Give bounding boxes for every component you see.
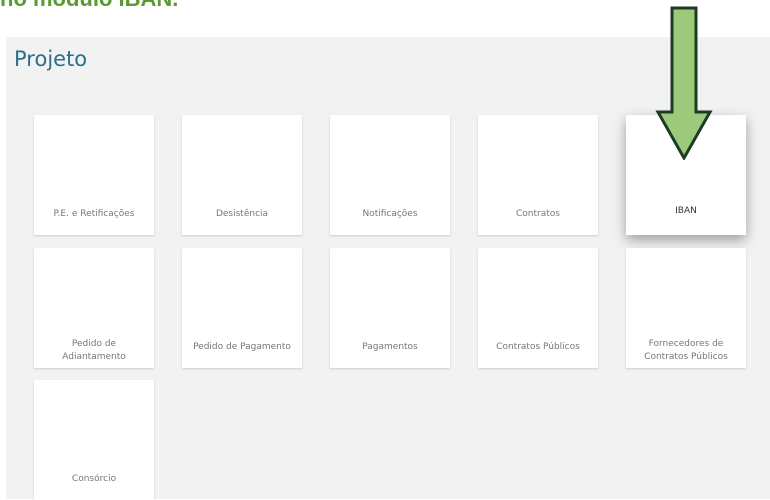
tile-label: Consórcio — [71, 474, 117, 484]
tile-label: Pedido de Adiantamento — [62, 339, 126, 362]
tile-fornecedores-contratos-publicos[interactable]: Fornecedores de Contratos Públicos — [626, 248, 746, 368]
down-arrow-icon — [655, 6, 713, 160]
tile-label: Contratos — [516, 209, 560, 219]
tile-label: Pedido de Pagamento — [193, 342, 291, 352]
tile-pedido-pagamento[interactable]: Pedido de Pagamento — [182, 248, 302, 368]
tile-pagamentos[interactable]: Pagamentos — [330, 248, 450, 368]
tile-label: Desistência — [215, 209, 269, 219]
tile-pedido-adiantamento[interactable]: Pedido de Adiantamento — [34, 248, 154, 368]
tile-consorcio[interactable]: Consórcio — [34, 380, 154, 500]
tile-label: P.E. e Retificações — [53, 209, 135, 219]
tile-desistencia[interactable]: Desistência — [182, 115, 302, 235]
instruction-caption: no módulo IBAN. — [0, 0, 178, 11]
tile-contratos-publicos[interactable]: Contratos Públicos — [478, 248, 598, 368]
tile-label: Fornecedores de Contratos Públicos — [644, 339, 728, 362]
tile-label: Pagamentos — [362, 342, 418, 352]
tile-contratos[interactable]: Contratos — [478, 115, 598, 235]
tile-label: Contratos Públicos — [496, 342, 580, 352]
tile-notificacoes[interactable]: Notificações — [330, 115, 450, 235]
tile-pe-retificacoes[interactable]: P.E. e Retificações — [34, 115, 154, 235]
tile-label: IBAN — [675, 206, 697, 216]
page-title: Projeto — [14, 47, 88, 71]
tile-label: Notificações — [362, 209, 418, 219]
